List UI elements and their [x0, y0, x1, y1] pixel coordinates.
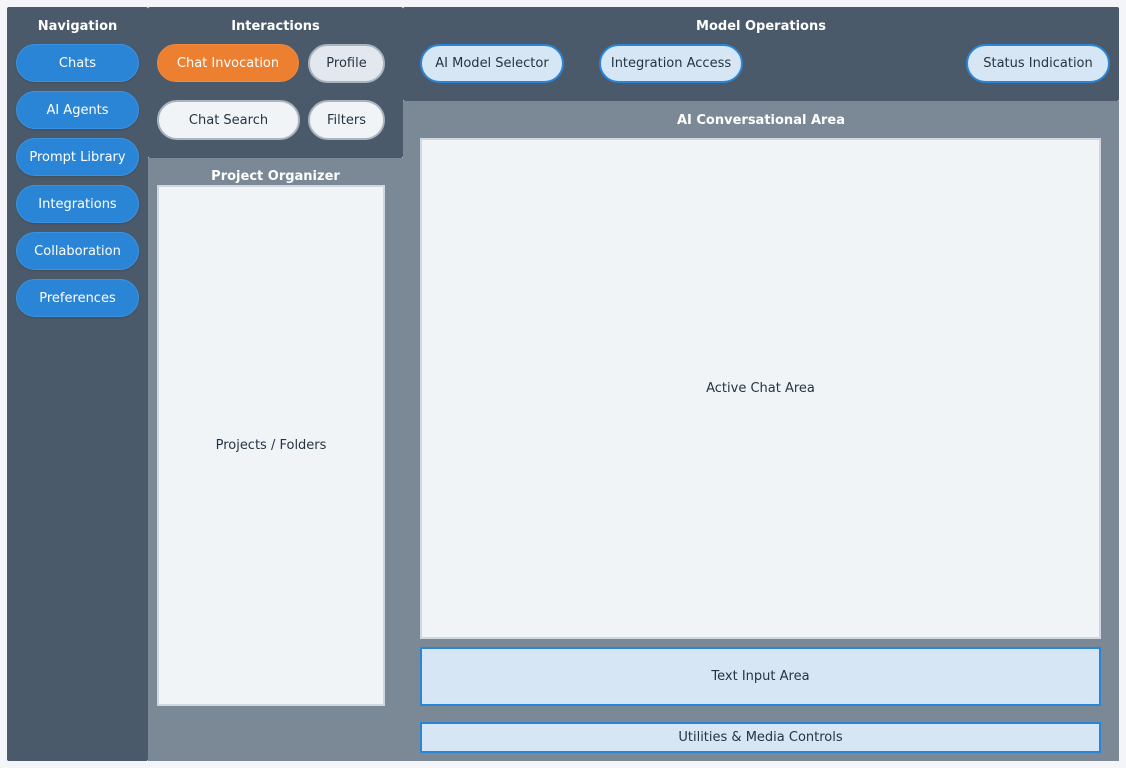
ai-model-selector-label: AI Model Selector — [435, 56, 549, 71]
filters-label: Filters — [327, 112, 366, 128]
nav-ai-agents-label: AI Agents — [46, 102, 109, 118]
ai-model-selector-button[interactable]: AI Model Selector — [420, 44, 564, 83]
integration-access-label: Integration Access — [610, 56, 732, 71]
profile-label: Profile — [326, 56, 367, 71]
nav-preferences-button[interactable]: Preferences — [16, 279, 139, 317]
nav-preferences-label: Preferences — [39, 290, 116, 306]
projects-folders-label: Projects / Folders — [215, 438, 327, 453]
interactions-title: Interactions — [231, 19, 320, 34]
nav-prompt-library-button[interactable]: Prompt Library — [16, 138, 139, 176]
navigation-panel: Navigation Chats AI Agents Prompt Librar… — [7, 7, 148, 761]
utilities-media-controls[interactable]: Utilities & Media Controls — [420, 722, 1101, 753]
chat-search-button[interactable]: Chat Search — [157, 100, 300, 140]
active-chat-area[interactable]: Active Chat Area — [420, 138, 1101, 639]
project-organizer-panel: Project Organizer Projects / Folders — [148, 158, 403, 761]
filters-button[interactable]: Filters — [308, 100, 385, 140]
nav-chats-label: Chats — [58, 55, 97, 71]
text-input-area[interactable]: Text Input Area — [420, 647, 1101, 706]
navigation-title: Navigation — [37, 19, 118, 34]
model-operations-panel: Model Operations AI Model Selector Integ… — [403, 7, 1119, 101]
app-layout-diagram: Navigation Chats AI Agents Prompt Librar… — [0, 0, 1126, 768]
conversational-area-title: AI Conversational Area — [676, 113, 846, 128]
nav-ai-agents-button[interactable]: AI Agents — [16, 91, 139, 129]
chat-invocation-label: Chat Invocation — [176, 55, 280, 71]
status-indication-badge[interactable]: Status Indication — [966, 44, 1110, 83]
nav-integrations-label: Integrations — [38, 196, 117, 212]
nav-integrations-button[interactable]: Integrations — [16, 185, 139, 223]
active-chat-label: Active Chat Area — [706, 381, 815, 396]
utilities-media-label: Utilities & Media Controls — [678, 730, 843, 745]
model-operations-title: Model Operations — [696, 19, 826, 34]
integration-access-button[interactable]: Integration Access — [599, 44, 743, 83]
conversational-area-panel: AI Conversational Area Active Chat Area … — [403, 101, 1119, 761]
nav-collaboration-button[interactable]: Collaboration — [16, 232, 139, 270]
projects-folders-area[interactable]: Projects / Folders — [157, 185, 385, 706]
profile-button[interactable]: Profile — [308, 44, 385, 83]
interactions-panel: Interactions Chat Invocation Profile Cha… — [148, 7, 403, 158]
chat-search-label: Chat Search — [188, 112, 269, 128]
nav-chats-button[interactable]: Chats — [16, 44, 139, 82]
chat-invocation-button[interactable]: Chat Invocation — [157, 44, 299, 82]
project-organizer-title: Project Organizer — [211, 169, 340, 184]
status-indication-label: Status Indication — [983, 56, 1093, 71]
nav-collaboration-label: Collaboration — [34, 243, 121, 259]
text-input-label: Text Input Area — [711, 669, 810, 684]
nav-prompt-library-label: Prompt Library — [29, 149, 126, 165]
